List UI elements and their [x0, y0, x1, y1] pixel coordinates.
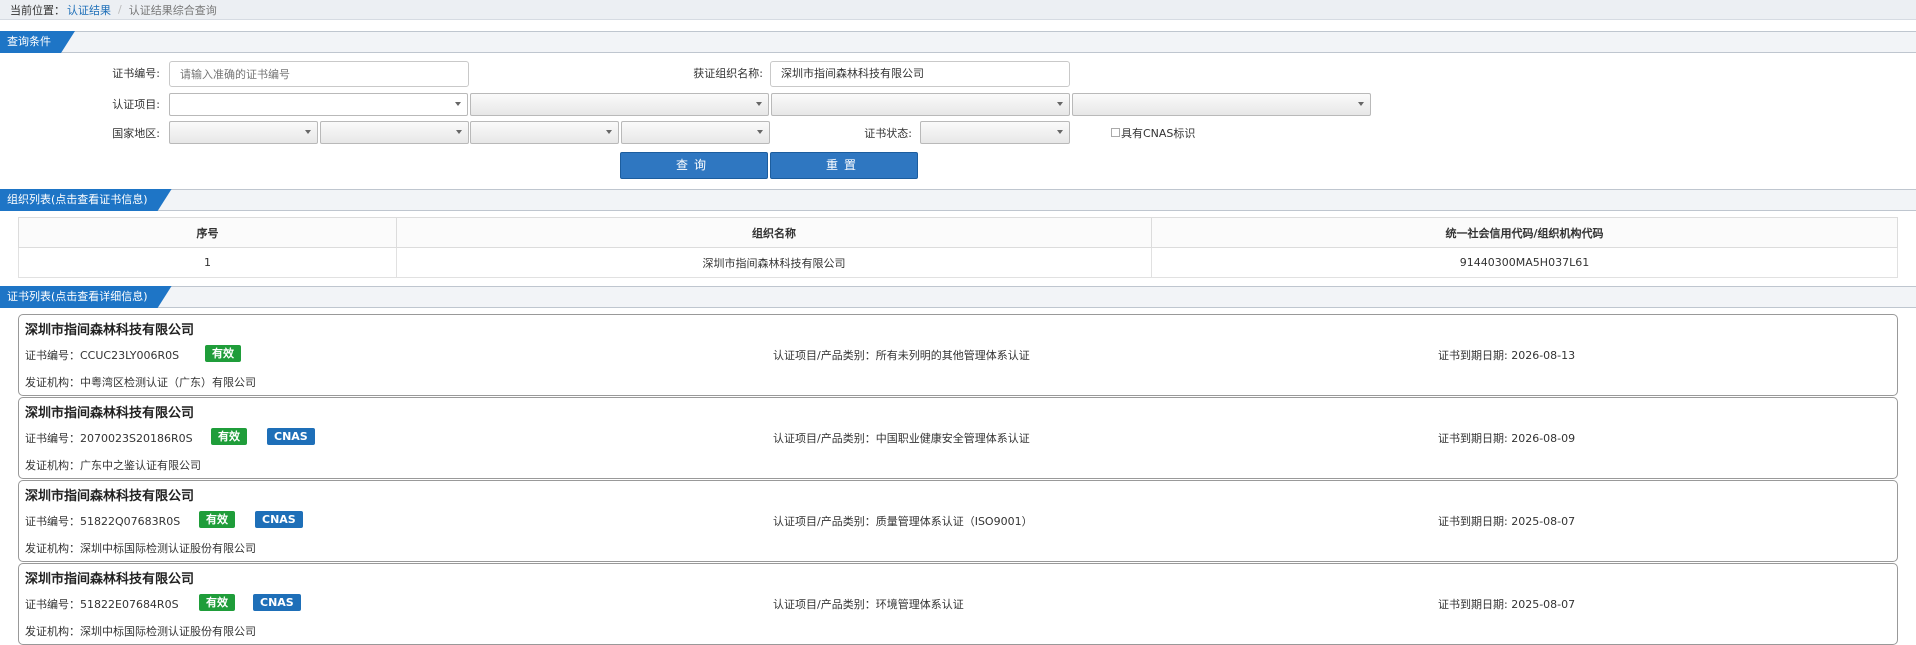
- region-label: 国家地区:: [112, 127, 160, 140]
- chevron-down-icon: [305, 130, 311, 134]
- status-badge: 有效: [205, 345, 241, 362]
- org-name-label: 获证组织名称:: [693, 67, 763, 80]
- status-select[interactable]: [920, 121, 1070, 144]
- cell-org-name: 深圳市指间森林科技有限公司: [396, 247, 1152, 278]
- cell-index: 1: [18, 247, 397, 278]
- org-name-input[interactable]: 深圳市指间森林科技有限公司: [770, 61, 1070, 87]
- status-badge: 有效: [199, 511, 235, 528]
- project-select-2[interactable]: [470, 93, 769, 116]
- status-badge: 有效: [211, 428, 247, 445]
- cert-number: 证书编号：51822E07684R0S: [25, 598, 179, 611]
- cert-project: 认证项目/产品类别：中国职业健康安全管理体系认证: [773, 432, 1030, 445]
- breadcrumb-separator: /: [118, 3, 122, 16]
- cert-issuer: 发证机构：广东中之鉴认证有限公司: [25, 459, 201, 472]
- cert-org-name: 深圳市指间森林科技有限公司: [25, 489, 195, 504]
- cert-card[interactable]: 深圳市指间森林科技有限公司 证书编号：51822Q07683R0S 有效 CNA…: [18, 480, 1898, 562]
- breadcrumb-current-page: 认证结果综合查询: [128, 3, 217, 17]
- chevron-down-icon: [757, 130, 763, 134]
- cert-project: 认证项目/产品类别：环境管理体系认证: [773, 598, 964, 611]
- column-header-index: 序号: [18, 217, 397, 248]
- query-section-header: 查询条件: [0, 31, 1916, 53]
- chevron-down-icon: [1057, 130, 1063, 134]
- cert-org-name: 深圳市指间森林科技有限公司: [25, 323, 195, 338]
- chevron-down-icon: [1358, 102, 1364, 106]
- project-select-1[interactable]: [169, 93, 468, 116]
- cert-no-label: 证书编号:: [112, 67, 160, 80]
- breadcrumb-link-results[interactable]: 认证结果: [67, 2, 111, 18]
- cert-issuer: 发证机构：中粤湾区检测认证（广东）有限公司: [25, 376, 256, 389]
- cert-project: 认证项目/产品类别：质量管理体系认证（ISO9001）: [773, 515, 1033, 528]
- cert-card[interactable]: 深圳市指间森林科技有限公司 证书编号：CCUC23LY006R0S 有效 认证项…: [18, 314, 1898, 396]
- project-label: 认证项目:: [112, 98, 160, 111]
- chevron-down-icon: [456, 130, 462, 134]
- column-header-credit-code: 统一社会信用代码/组织机构代码: [1151, 217, 1898, 248]
- status-badge: 有效: [199, 594, 235, 611]
- project-select-4[interactable]: [1072, 93, 1371, 116]
- breadcrumb-prefix: 当前位置：: [10, 3, 65, 17]
- column-header-org-name: 组织名称: [396, 217, 1152, 248]
- chevron-down-icon: [606, 130, 612, 134]
- region-select-1[interactable]: [169, 121, 318, 144]
- org-table-header-row: 序号 组织名称 统一社会信用代码/组织机构代码: [18, 217, 1898, 248]
- cnas-badge: CNAS: [267, 428, 315, 445]
- cert-expiry: 证书到期日期: 2026-08-13: [1438, 349, 1576, 362]
- cnas-checkbox[interactable]: [1111, 128, 1120, 137]
- cert-list-section-title: 证书列表(点击查看详细信息): [0, 286, 172, 308]
- search-button[interactable]: 查询: [620, 152, 768, 179]
- reset-button[interactable]: 重置: [770, 152, 918, 179]
- region-select-3[interactable]: [470, 121, 619, 144]
- breadcrumb: 当前位置： 认证结果 / 认证结果综合查询: [0, 0, 1916, 20]
- cert-project: 认证项目/产品类别：所有未列明的其他管理体系认证: [773, 349, 1030, 362]
- project-select-3[interactable]: [771, 93, 1070, 116]
- cell-credit-code: 91440300MA5H037L61: [1151, 247, 1898, 278]
- cert-card[interactable]: 深圳市指间森林科技有限公司 证书编号：51822E07684R0S 有效 CNA…: [18, 563, 1898, 645]
- org-list-section-header: 组织列表(点击查看证书信息): [0, 189, 1916, 211]
- cert-list-section-header: 证书列表(点击查看详细信息): [0, 286, 1916, 308]
- cnas-checkbox-label: 具有CNAS标识: [1121, 127, 1196, 140]
- cnas-badge: CNAS: [253, 594, 301, 611]
- table-row[interactable]: 1 深圳市指间森林科技有限公司 91440300MA5H037L61: [18, 247, 1898, 278]
- cert-number: 证书编号：2070023S20186R0S: [25, 432, 193, 445]
- chevron-down-icon: [455, 102, 461, 106]
- cert-issuer: 发证机构：深圳中标国际检测认证股份有限公司: [25, 625, 256, 638]
- region-select-2[interactable]: [320, 121, 469, 144]
- cert-org-name: 深圳市指间森林科技有限公司: [25, 406, 195, 421]
- status-label: 证书状态:: [864, 127, 912, 140]
- region-select-4[interactable]: [621, 121, 770, 144]
- query-section-title: 查询条件: [0, 31, 75, 53]
- cert-org-name: 深圳市指间森林科技有限公司: [25, 572, 195, 587]
- cert-number: 证书编号：51822Q07683R0S: [25, 515, 181, 528]
- org-list-section-title: 组织列表(点击查看证书信息): [0, 189, 172, 211]
- cert-expiry: 证书到期日期: 2025-08-07: [1438, 598, 1576, 611]
- chevron-down-icon: [756, 102, 762, 106]
- cnas-badge: CNAS: [255, 511, 303, 528]
- cert-card[interactable]: 深圳市指间森林科技有限公司 证书编号：2070023S20186R0S 有效 C…: [18, 397, 1898, 479]
- cert-expiry: 证书到期日期: 2025-08-07: [1438, 515, 1576, 528]
- chevron-down-icon: [1057, 102, 1063, 106]
- cert-expiry: 证书到期日期: 2026-08-09: [1438, 432, 1576, 445]
- cert-issuer: 发证机构：深圳中标国际检测认证股份有限公司: [25, 542, 256, 555]
- org-table: 序号 组织名称 统一社会信用代码/组织机构代码 1 深圳市指间森林科技有限公司 …: [18, 217, 1898, 278]
- cert-no-input[interactable]: [169, 61, 469, 87]
- cert-number: 证书编号：CCUC23LY006R0S: [25, 349, 180, 362]
